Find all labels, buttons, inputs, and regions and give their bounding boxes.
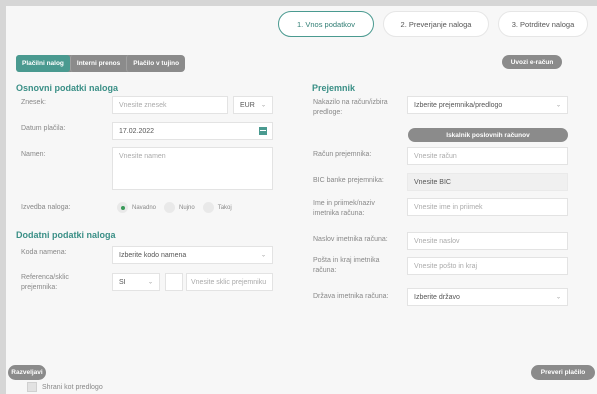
purpose-code-value: Izberite kodo namena (119, 251, 187, 259)
currency-value: EUR (240, 101, 255, 109)
chevron-down-icon: ⌄ (260, 102, 266, 109)
date-input[interactable]: 17.02.2022 (112, 122, 273, 140)
purpose-code-label: Koda namena: (21, 249, 67, 256)
reference-label: Referenca/sklic prejemnika: (21, 274, 69, 291)
payment-type-tabs: Plačilni nalog Interni prenos Plačilo v … (16, 55, 186, 72)
radio-checked-icon (117, 202, 128, 213)
radio-normal[interactable]: Navadno (117, 202, 156, 213)
import-einvoice-button[interactable]: Uvozi e-račun (502, 55, 562, 69)
address-label: Naslov imetnika računa: (313, 236, 388, 243)
wizard-steps: 1. Vnos podatkov 2. Preverjanje naloga 3… (278, 11, 597, 37)
post-input[interactable]: Vnesite pošto in kraj (407, 257, 568, 275)
radio-unchecked-icon (202, 202, 214, 213)
purpose-textarea[interactable]: Vnesite namen (112, 147, 273, 190)
radio-instant[interactable]: Takoj (202, 202, 232, 213)
step-review[interactable]: 2. Preverjanje naloga (383, 11, 489, 37)
radio-urgent[interactable]: Nujno (164, 202, 195, 213)
basic-data-title: Osnovni podatki naloga (16, 83, 119, 93)
save-template-label: Shrani kot predlogo (42, 383, 103, 391)
amount-label: Znesek: (21, 99, 46, 106)
tab-payment-order[interactable]: Plačilni nalog (16, 55, 70, 72)
chevron-down-icon: ⌄ (555, 294, 561, 301)
payee-title: Prejemnik (312, 83, 356, 93)
radio-instant-label: Takoj (217, 204, 232, 211)
reference-model-input[interactable] (165, 273, 183, 291)
bic-label: BIC banke prejemnika: (313, 177, 384, 184)
date-value: 17.02.2022 (119, 127, 155, 135)
payee-label: Nakazilo na račun/izbira predloge: (313, 99, 388, 116)
check-payment-button[interactable]: Preveri plačilo (531, 365, 595, 380)
post-label: Pošta in kraj imetnika računa: (313, 257, 380, 274)
cancel-button[interactable]: Razveljavi (8, 365, 46, 380)
currency-select[interactable]: EUR ⌄ (233, 96, 273, 114)
country-select[interactable]: Izberite državo ⌄ (407, 288, 568, 306)
reference-input[interactable]: Vnesite sklic prejemniku (186, 273, 273, 291)
chevron-down-icon: ⌄ (260, 252, 266, 259)
payee-select[interactable]: Izberite prejemnika/predlogo ⌄ (407, 96, 568, 114)
bic-input[interactable]: Vnesite BIC (407, 173, 568, 191)
business-account-search-button[interactable]: Iskalnik poslovnih računov (408, 128, 568, 142)
radio-urgent-label: Nujno (179, 204, 195, 211)
reference-prefix-value: SI (119, 278, 126, 286)
account-input[interactable]: Vnesite račun (407, 147, 568, 165)
tab-foreign-payment[interactable]: Plačilo v tujino (126, 55, 185, 72)
date-label: Datum plačila: (21, 125, 66, 132)
account-label: Račun prejemnika: (313, 151, 372, 158)
holder-input[interactable]: Vnesite ime in priimek (407, 198, 568, 216)
chevron-down-icon: ⌄ (555, 102, 561, 109)
purpose-label: Namen: (21, 151, 46, 158)
execution-radio-group: Navadno Nujno Takoj (117, 202, 240, 213)
payee-value: Izberite prejemnika/predlogo (414, 101, 503, 109)
tab-internal-transfer[interactable]: Interni prenos (69, 55, 126, 72)
step-data-entry[interactable]: 1. Vnos podatkov (278, 11, 374, 37)
save-template-row[interactable]: Shrani kot predlogo (27, 382, 103, 392)
amount-input[interactable]: Vnesite znesek (112, 96, 228, 114)
additional-data-title: Dodatni podatki naloga (16, 230, 116, 240)
step-confirmation[interactable]: 3. Potrditev naloga (498, 11, 588, 37)
reference-prefix-select[interactable]: SI ⌄ (112, 273, 160, 291)
address-input[interactable]: Vnesite naslov (407, 232, 568, 250)
country-label: Država imetnika računa: (313, 293, 389, 300)
chevron-down-icon: ⌄ (147, 279, 153, 286)
radio-unchecked-icon (164, 202, 176, 213)
calendar-icon[interactable] (259, 127, 267, 135)
radio-normal-label: Navadno (132, 204, 157, 211)
purpose-code-select[interactable]: Izberite kodo namena ⌄ (112, 246, 273, 264)
execution-label: Izvedba naloga: (21, 204, 71, 211)
holder-label: Ime in priimek/naziv imetnika računa: (313, 200, 375, 217)
save-template-checkbox[interactable] (27, 382, 37, 392)
country-value: Izberite državo (414, 293, 460, 301)
